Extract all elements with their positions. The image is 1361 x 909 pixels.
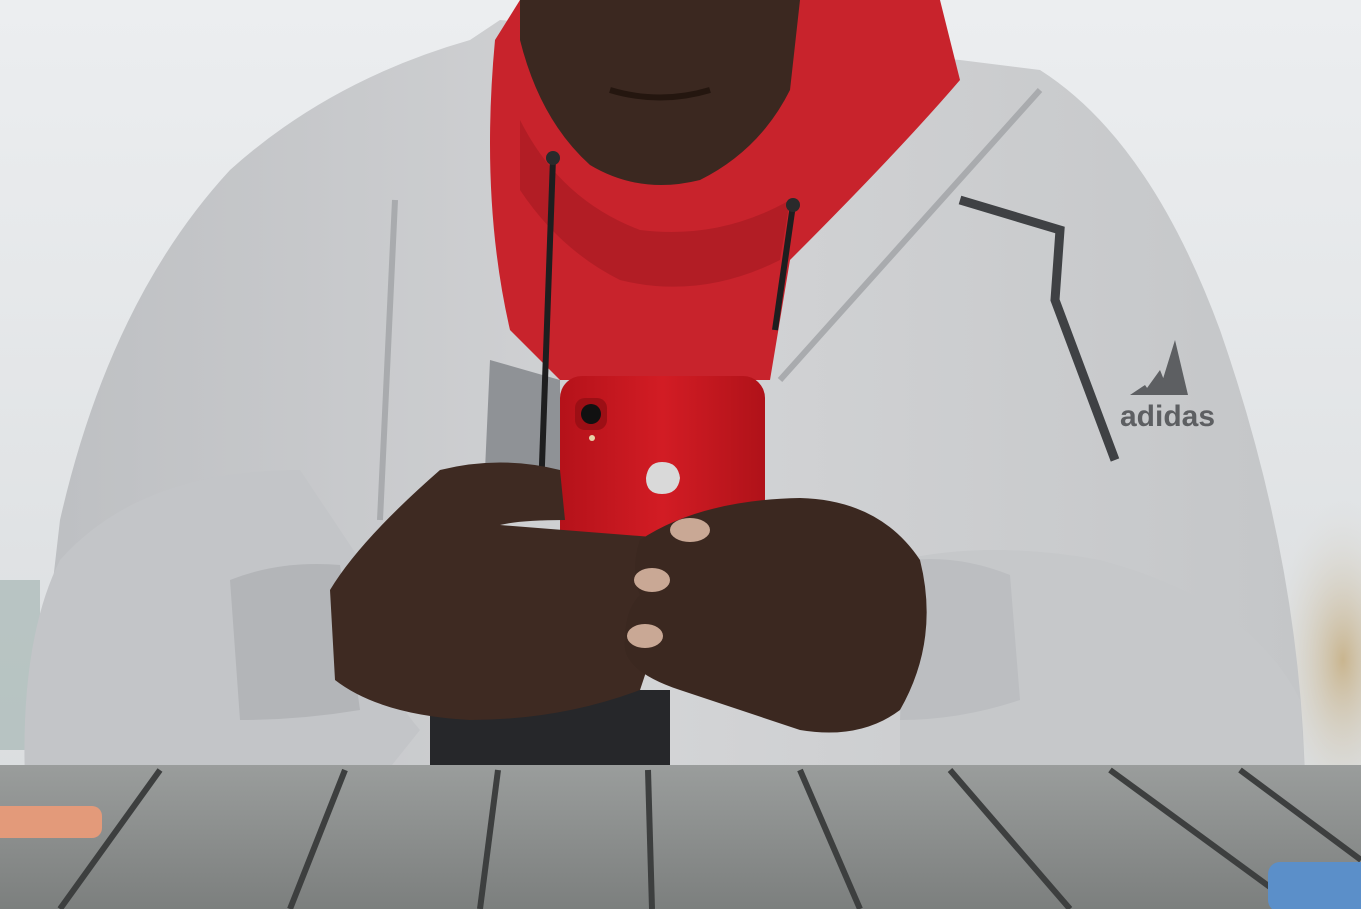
blue-phone <box>1268 862 1361 909</box>
photo-illustration: adidas <box>0 0 1361 909</box>
photo-scene: adidas <box>0 0 1361 909</box>
eyelet-left <box>546 151 560 165</box>
fingernail-3 <box>627 624 663 648</box>
eyelet-right <box>786 198 800 212</box>
fingernail-1 <box>670 518 710 542</box>
fingernail-2 <box>634 568 670 592</box>
camera-flash <box>589 435 595 441</box>
table-gap-4 <box>645 769 655 909</box>
coral-phone <box>0 806 102 838</box>
camera-lens <box>581 404 601 424</box>
apple-logo-icon <box>646 462 680 494</box>
adidas-wordmark: adidas <box>1120 400 1215 433</box>
table-surface <box>0 765 1361 909</box>
